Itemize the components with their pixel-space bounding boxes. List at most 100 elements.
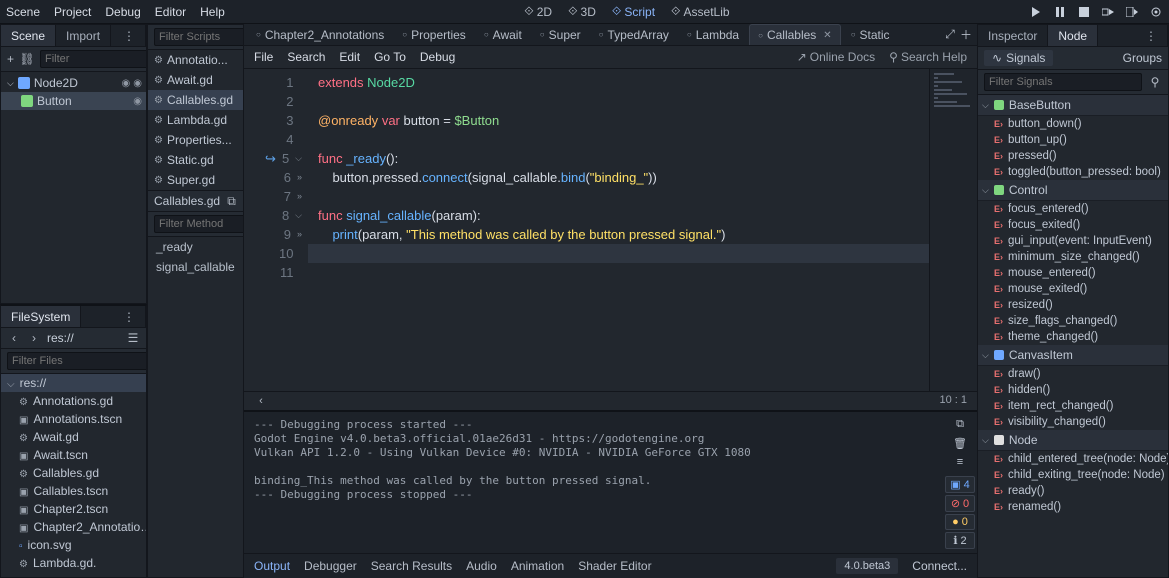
script-item[interactable]: Await.gd — [148, 70, 243, 90]
minimap[interactable] — [929, 69, 977, 391]
msg-count[interactable]: ▣ 4 — [945, 476, 975, 493]
signals-mode[interactable]: ∿Signals — [984, 50, 1053, 66]
tab-menu-icon[interactable]: ＋ — [959, 28, 973, 42]
output-log[interactable]: --- Debugging process started --- Godot … — [244, 412, 943, 553]
nav-fwd-icon[interactable]: › — [27, 331, 41, 345]
signal-category[interactable]: Node — [978, 430, 1168, 451]
workspace-script[interactable]: ⟐Script — [612, 4, 655, 19]
stop-icon[interactable] — [1077, 5, 1091, 19]
doc-tab-lambda[interactable]: Lambda — [679, 25, 747, 45]
tree-node-button[interactable]: Button◉ — [1, 92, 146, 110]
movie-icon[interactable] — [1149, 5, 1163, 19]
scene-tab[interactable]: Scene — [1, 25, 56, 46]
nav-back-icon[interactable]: ‹ — [7, 331, 21, 345]
bottom-tab-search[interactable]: Search Results — [371, 559, 452, 573]
script-menu-search[interactable]: Search — [287, 50, 325, 64]
fs-item[interactable]: Await.tscn — [1, 446, 146, 464]
connect-link[interactable]: Connect... — [912, 559, 967, 573]
fs-item[interactable]: Annotations.tscn — [1, 410, 146, 428]
signal-item[interactable]: child_exiting_tree(node: Node) — [978, 467, 1168, 483]
menu-debug[interactable]: Debug — [105, 5, 140, 19]
signal-item[interactable]: mouse_exited() — [978, 281, 1168, 297]
signal-item[interactable]: focus_entered() — [978, 201, 1168, 217]
error-count[interactable]: ⊘ 0 — [945, 495, 975, 512]
workspace-2d[interactable]: ⟐2D — [524, 4, 552, 19]
search-icon[interactable]: ⚲ — [1148, 75, 1162, 89]
doc-tab-super[interactable]: Super — [532, 25, 589, 45]
script-item[interactable]: Static.gd — [148, 150, 243, 170]
signal-item[interactable]: resized() — [978, 297, 1168, 313]
dock-menu-icon[interactable]: ⋮ — [113, 25, 146, 46]
fs-item[interactable]: Annotations.gd — [1, 392, 146, 410]
signal-item[interactable]: pressed() — [978, 148, 1168, 164]
warning-count[interactable]: ● 0 — [945, 514, 975, 530]
script-menu-file[interactable]: File — [254, 50, 273, 64]
workspace-assetlib[interactable]: ⟐AssetLib — [671, 4, 730, 19]
breakpoint-icon[interactable]: ↪ — [265, 149, 276, 168]
script-menu-debug[interactable]: Debug — [420, 50, 455, 64]
signal-item[interactable]: focus_exited() — [978, 217, 1168, 233]
visibility-icon[interactable]: ◉ — [133, 96, 142, 107]
tree-node-node2d[interactable]: ⌵Node2D◉◉ — [1, 74, 146, 92]
bottom-tab-output[interactable]: Output — [254, 559, 290, 573]
distraction-free-icon[interactable]: ⤢ — [943, 28, 957, 42]
groups-mode[interactable]: Groups — [1123, 51, 1162, 65]
script-item[interactable]: Callables.gd — [148, 90, 243, 110]
fs-item[interactable]: icon.svg — [1, 536, 146, 554]
fs-item[interactable]: Chapter2_Annotatio… — [1, 518, 146, 536]
doc-tab-chapter2_annotations[interactable]: Chapter2_Annotations — [248, 25, 392, 45]
signal-item[interactable]: hidden() — [978, 382, 1168, 398]
signal-item[interactable]: button_up() — [978, 132, 1168, 148]
menu-help[interactable]: Help — [200, 5, 225, 19]
method-item[interactable]: _ready — [148, 237, 243, 257]
import-tab[interactable]: Import — [56, 25, 111, 46]
fold-icon[interactable]: ⌵ — [295, 206, 302, 225]
info-count[interactable]: ℹ 2 — [945, 532, 975, 549]
filter-signals-input[interactable] — [984, 73, 1142, 91]
signal-category[interactable]: Control — [978, 180, 1168, 201]
clear-icon[interactable]: 🗑 — [945, 435, 975, 452]
fs-item[interactable]: Await.gd — [1, 428, 146, 446]
signal-item[interactable]: draw() — [978, 366, 1168, 382]
fs-item[interactable]: Chapter2.tscn — [1, 500, 146, 518]
filter-scripts-input[interactable] — [154, 28, 244, 46]
fs-item[interactable]: Callables.tscn — [1, 482, 146, 500]
method-item[interactable]: signal_callable — [148, 257, 243, 277]
bottom-tab-animation[interactable]: Animation — [511, 559, 564, 573]
script-item[interactable]: Annotatio... — [148, 50, 243, 70]
version-badge[interactable]: 4.0.beta3 — [836, 558, 898, 574]
online-docs-link[interactable]: ↗Online Docs — [797, 50, 875, 64]
hscroll-left-icon[interactable]: ‹ — [254, 394, 268, 408]
play-icon[interactable] — [1029, 5, 1043, 19]
doc-tab-typedarray[interactable]: TypedArray — [591, 25, 677, 45]
copy-icon[interactable]: ⧉ — [945, 416, 975, 433]
fs-item[interactable]: Lambda.gd. — [1, 554, 146, 572]
search-help-link[interactable]: ⚲Search Help — [889, 50, 967, 64]
signal-item[interactable]: renamed() — [978, 499, 1168, 515]
signal-item[interactable]: mouse_entered() — [978, 265, 1168, 281]
script-menu-goto[interactable]: Go To — [374, 50, 406, 64]
signal-item[interactable]: visibility_changed() — [978, 414, 1168, 430]
doc-tab-callables[interactable]: Callables✕ — [749, 24, 841, 45]
signal-item[interactable]: toggled(button_pressed: bool) — [978, 164, 1168, 180]
script-menu-edit[interactable]: Edit — [339, 50, 360, 64]
code-area[interactable]: extends Node2D@onready var button = $But… — [308, 69, 929, 391]
signal-item[interactable]: item_rect_changed() — [978, 398, 1168, 414]
menu-scene[interactable]: Scene — [6, 5, 40, 19]
play-custom-icon[interactable] — [1125, 5, 1139, 19]
signal-item[interactable]: button_down() — [978, 116, 1168, 132]
signal-category[interactable]: BaseButton — [978, 95, 1168, 116]
workspace-3d[interactable]: ⟐3D — [568, 4, 596, 19]
doc-tab-await[interactable]: Await — [476, 25, 530, 45]
script-item[interactable]: Lambda.gd — [148, 110, 243, 130]
bottom-tab-debugger[interactable]: Debugger — [304, 559, 357, 573]
node-tab[interactable]: Node — [1048, 25, 1098, 46]
fold-icon[interactable]: ⌵ — [295, 149, 302, 168]
script-item[interactable]: Super.gd — [148, 170, 243, 190]
inspector-tab[interactable]: Inspector — [978, 25, 1048, 46]
script-item[interactable]: Properties... — [148, 130, 243, 150]
scene-filter-input[interactable] — [40, 50, 147, 68]
add-node-icon[interactable]: + — [7, 52, 14, 66]
play-scene-icon[interactable] — [1101, 5, 1115, 19]
dock-menu-icon[interactable]: ⋮ — [113, 306, 146, 327]
